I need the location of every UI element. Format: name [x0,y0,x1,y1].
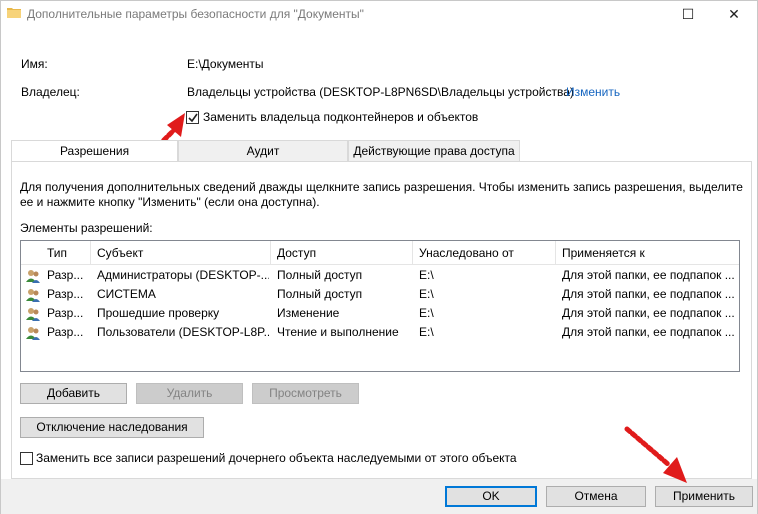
cell-inherited: E:\ [419,268,434,282]
title-bar: Дополнительные параметры безопасности дл… [1,1,757,29]
name-label: Имя: [21,57,48,71]
table-row[interactable]: Разр... СИСТЕМА Полный доступ E:\ Для эт… [21,285,739,304]
owner-value: Владельцы устройства (DESKTOP-L8PN6SD\Вл… [187,85,574,99]
cell-applies: Для этой папки, ее подпапок ... [562,287,735,301]
cell-subject: Администраторы (DESKTOP-... [97,268,269,282]
tab-effective-access[interactable]: Действующие права доступа [348,140,520,161]
cell-access: Изменение [277,306,340,320]
cell-access: Полный доступ [277,268,363,282]
cell-applies: Для этой папки, ее подпапок ... [562,306,735,320]
cell-type: Разр... [47,287,84,301]
table-header: Тип Субъект Доступ Унаследовано от Приме… [21,241,739,265]
cell-type: Разр... [47,325,84,339]
column-header-applies[interactable]: Применяется к [556,241,739,265]
table-row[interactable]: Разр... Администраторы (DESKTOP-... Полн… [21,266,739,285]
replace-child-label: Заменить все записи разрешений дочернего… [36,451,517,465]
name-value: E:\Документы [187,57,264,71]
cell-applies: Для этой папки, ее подпапок ... [562,268,735,282]
replace-child-checkbox[interactable] [20,452,33,465]
cell-type: Разр... [47,268,84,282]
column-header-inherited[interactable]: Унаследовано от [413,241,556,265]
cell-inherited: E:\ [419,287,434,301]
cell-applies: Для этой папки, ее подпапок ... [562,325,735,339]
replace-owner-label: Заменить владельца подконтейнеров и объе… [203,110,479,124]
users-icon [26,270,40,283]
users-icon [26,327,40,340]
users-icon [26,289,40,302]
table-row[interactable]: Разр... Пользователи (DESKTOP-L8P... Чте… [21,323,739,342]
entries-label: Элементы разрешений: [20,221,153,235]
ok-button[interactable]: OK [445,486,537,507]
help-text-line1: Для получения дополнительных сведений дв… [20,180,743,194]
cell-type: Разр... [47,306,84,320]
security-settings-window: Дополнительные параметры безопасности дл… [0,0,758,514]
table-row[interactable]: Разр... Прошедшие проверку Изменение E:\… [21,304,739,323]
column-header-access[interactable]: Доступ [271,241,413,265]
column-header-type[interactable]: Тип [21,241,91,265]
annotation-arrow-icon [624,426,687,483]
maximize-button[interactable]: ☐ [665,1,711,27]
disable-inheritance-button[interactable]: Отключение наследования [20,417,204,438]
cell-subject: Пользователи (DESKTOP-L8P... [97,325,269,339]
cell-inherited: E:\ [419,325,434,339]
close-icon: ✕ [728,5,740,22]
cell-inherited: E:\ [419,306,434,320]
cell-subject: СИСТЕМА [97,287,156,301]
view-button[interactable]: Просмотреть [252,383,359,404]
remove-button[interactable]: Удалить [136,383,243,404]
owner-label: Владелец: [21,85,80,99]
maximize-icon: ☐ [681,5,695,22]
help-text-line2: ее и нажмите кнопку "Изменить" (если она… [20,195,320,209]
tab-strip: Разрешения Аудит Действующие права досту… [11,140,751,162]
cell-access: Чтение и выполнение [277,325,399,339]
column-header-subject[interactable]: Субъект [91,241,271,265]
window-title: Дополнительные параметры безопасности дл… [27,7,364,21]
close-button[interactable]: ✕ [711,1,757,27]
change-owner-link[interactable]: Изменить [566,85,620,99]
cell-subject: Прошедшие проверку [97,306,220,320]
tab-permissions[interactable]: Разрешения [11,140,178,162]
folder-icon [7,8,21,18]
cell-access: Полный доступ [277,287,363,301]
add-button[interactable]: Добавить [20,383,127,404]
tab-audit[interactable]: Аудит [178,140,348,161]
users-icon [26,308,40,321]
permissions-table[interactable]: Тип Субъект Доступ Унаследовано от Приме… [20,240,740,372]
